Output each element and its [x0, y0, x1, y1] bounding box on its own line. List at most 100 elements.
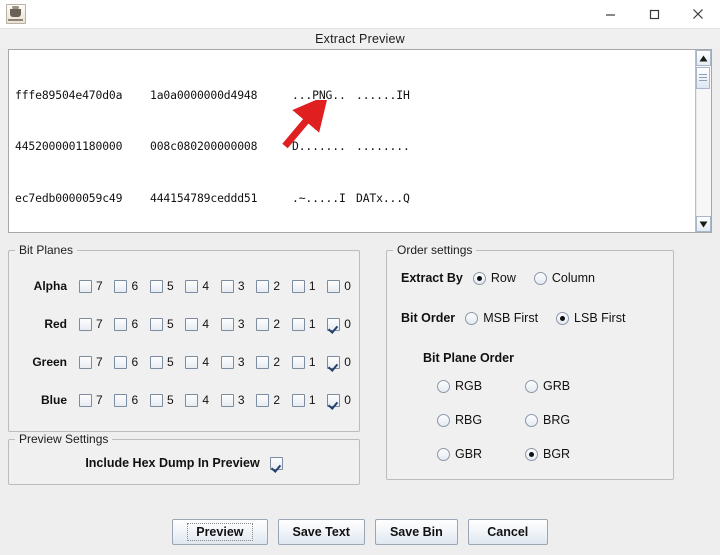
- radio-icon[interactable]: [437, 447, 450, 461]
- checkbox-box-icon[interactable]: [149, 317, 163, 331]
- checkbox-box-icon[interactable]: [327, 317, 341, 331]
- checkbox-alpha-3[interactable]: 3: [220, 279, 245, 293]
- radio-icon[interactable]: [525, 379, 538, 393]
- checkbox-green-7[interactable]: 7: [79, 355, 103, 369]
- checkbox-box-icon[interactable]: [185, 279, 199, 293]
- checkbox-box-icon[interactable]: [79, 393, 92, 407]
- radio-icon[interactable]: [437, 413, 450, 427]
- checkbox-alpha-5[interactable]: 5: [149, 279, 174, 293]
- checkbox-box-icon[interactable]: [327, 355, 341, 369]
- radio-icon[interactable]: [525, 447, 538, 461]
- radio-bpo-rbg[interactable]: RBG: [437, 413, 507, 427]
- radio-extract-by-row[interactable]: Row: [472, 271, 516, 285]
- checkbox-box-icon[interactable]: [327, 393, 341, 407]
- save-text-button[interactable]: Save Text: [277, 519, 365, 545]
- preview-button[interactable]: Preview: [172, 519, 268, 545]
- checkbox-box-icon[interactable]: [149, 355, 163, 369]
- checkbox-blue-2[interactable]: 2: [256, 393, 280, 407]
- bit-number: 3: [237, 393, 245, 407]
- checkbox-red-6[interactable]: 6: [114, 317, 138, 331]
- checkbox-box-icon[interactable]: [291, 279, 305, 293]
- checkbox-box-icon[interactable]: [114, 279, 128, 293]
- checkbox-box-icon[interactable]: [327, 279, 341, 293]
- radio-icon[interactable]: [525, 413, 538, 427]
- radio-extract-by-column[interactable]: Column: [533, 271, 595, 285]
- radio-icon[interactable]: [465, 311, 479, 325]
- checkbox-box-icon[interactable]: [149, 393, 163, 407]
- checkbox-box-icon[interactable]: [185, 355, 199, 369]
- radio-bpo-grb[interactable]: GRB: [525, 379, 595, 393]
- checkbox-box-icon[interactable]: [185, 393, 199, 407]
- checkbox-box-icon[interactable]: [114, 355, 128, 369]
- checkbox-box-icon[interactable]: [291, 317, 305, 331]
- checkbox-green-1[interactable]: 1: [291, 355, 316, 369]
- checkbox-red-4[interactable]: 4: [185, 317, 209, 331]
- radio-bit-order-msb[interactable]: MSB First: [465, 311, 538, 325]
- include-hex-dump-checkbox[interactable]: [269, 456, 283, 470]
- checkbox-red-3[interactable]: 3: [220, 317, 245, 331]
- checkbox-red-0[interactable]: 0: [327, 317, 351, 331]
- radio-icon[interactable]: [437, 379, 450, 393]
- scroll-up-icon[interactable]: [696, 50, 711, 66]
- checkbox-box-icon[interactable]: [256, 355, 270, 369]
- checkbox-box-icon[interactable]: [256, 279, 270, 293]
- checkbox-blue-4[interactable]: 4: [185, 393, 209, 407]
- hex-dump-text[interactable]: fffe89504e470d0a 1a0a0000000d4948 ...PNG..…: [9, 50, 695, 232]
- checkbox-blue-7[interactable]: 7: [79, 393, 103, 407]
- checkbox-box-icon[interactable]: [220, 393, 234, 407]
- radio-icon[interactable]: [472, 271, 486, 285]
- cancel-button[interactable]: Cancel: [467, 519, 548, 545]
- checkbox-red-2[interactable]: 2: [256, 317, 280, 331]
- checkbox-box-icon[interactable]: [220, 279, 234, 293]
- checkbox-red-1[interactable]: 1: [291, 317, 316, 331]
- checkbox-green-2[interactable]: 2: [256, 355, 280, 369]
- radio-bit-order-lsb[interactable]: LSB First: [556, 311, 625, 325]
- checkbox-green-5[interactable]: 5: [149, 355, 174, 369]
- checkbox-box-icon[interactable]: [114, 317, 128, 331]
- checkbox-box-icon[interactable]: [256, 393, 270, 407]
- checkbox-box-icon[interactable]: [149, 279, 163, 293]
- checkbox-green-6[interactable]: 6: [114, 355, 138, 369]
- maximize-icon[interactable]: [632, 0, 676, 28]
- checkbox-red-7[interactable]: 7: [79, 317, 103, 331]
- scroll-down-icon[interactable]: [696, 216, 711, 232]
- scrollbar-thumb[interactable]: [696, 67, 710, 89]
- checkbox-alpha-1[interactable]: 1: [291, 279, 316, 293]
- channel-label-green: Green: [32, 355, 67, 369]
- checkbox-green-4[interactable]: 4: [185, 355, 209, 369]
- checkbox-box-icon[interactable]: [291, 355, 305, 369]
- checkbox-box-icon[interactable]: [79, 317, 92, 331]
- checkbox-blue-0[interactable]: 0: [327, 393, 351, 407]
- checkbox-alpha-7[interactable]: 7: [79, 279, 103, 293]
- bit-number: 2: [273, 317, 281, 331]
- radio-bpo-rgb[interactable]: RGB: [437, 379, 507, 393]
- checkbox-alpha-0[interactable]: 0: [327, 279, 351, 293]
- checkbox-alpha-2[interactable]: 2: [256, 279, 280, 293]
- checkbox-box-icon[interactable]: [291, 393, 305, 407]
- checkbox-box-icon[interactable]: [79, 355, 92, 369]
- radio-bpo-gbr[interactable]: GBR: [437, 447, 507, 461]
- checkbox-box-icon[interactable]: [220, 317, 234, 331]
- close-icon[interactable]: [676, 0, 720, 28]
- radio-icon[interactable]: [556, 311, 570, 325]
- checkbox-box-icon[interactable]: [79, 279, 92, 293]
- minimize-icon[interactable]: [588, 0, 632, 28]
- checkbox-box-icon[interactable]: [185, 317, 199, 331]
- checkbox-blue-5[interactable]: 5: [149, 393, 174, 407]
- checkbox-box-icon[interactable]: [220, 355, 234, 369]
- radio-bpo-bgr[interactable]: BGR: [525, 447, 595, 461]
- checkbox-alpha-6[interactable]: 6: [114, 279, 138, 293]
- checkbox-red-5[interactable]: 5: [149, 317, 174, 331]
- checkbox-green-3[interactable]: 3: [220, 355, 245, 369]
- hex-dump-scrollbar[interactable]: [695, 50, 711, 232]
- save-bin-button[interactable]: Save Bin: [374, 519, 458, 545]
- checkbox-box-icon[interactable]: [256, 317, 270, 331]
- checkbox-box-icon[interactable]: [114, 393, 128, 407]
- checkbox-blue-3[interactable]: 3: [220, 393, 245, 407]
- radio-icon[interactable]: [533, 271, 547, 285]
- checkbox-blue-1[interactable]: 1: [291, 393, 316, 407]
- checkbox-green-0[interactable]: 0: [327, 355, 351, 369]
- checkbox-blue-6[interactable]: 6: [114, 393, 138, 407]
- checkbox-alpha-4[interactable]: 4: [185, 279, 209, 293]
- radio-bpo-brg[interactable]: BRG: [525, 413, 595, 427]
